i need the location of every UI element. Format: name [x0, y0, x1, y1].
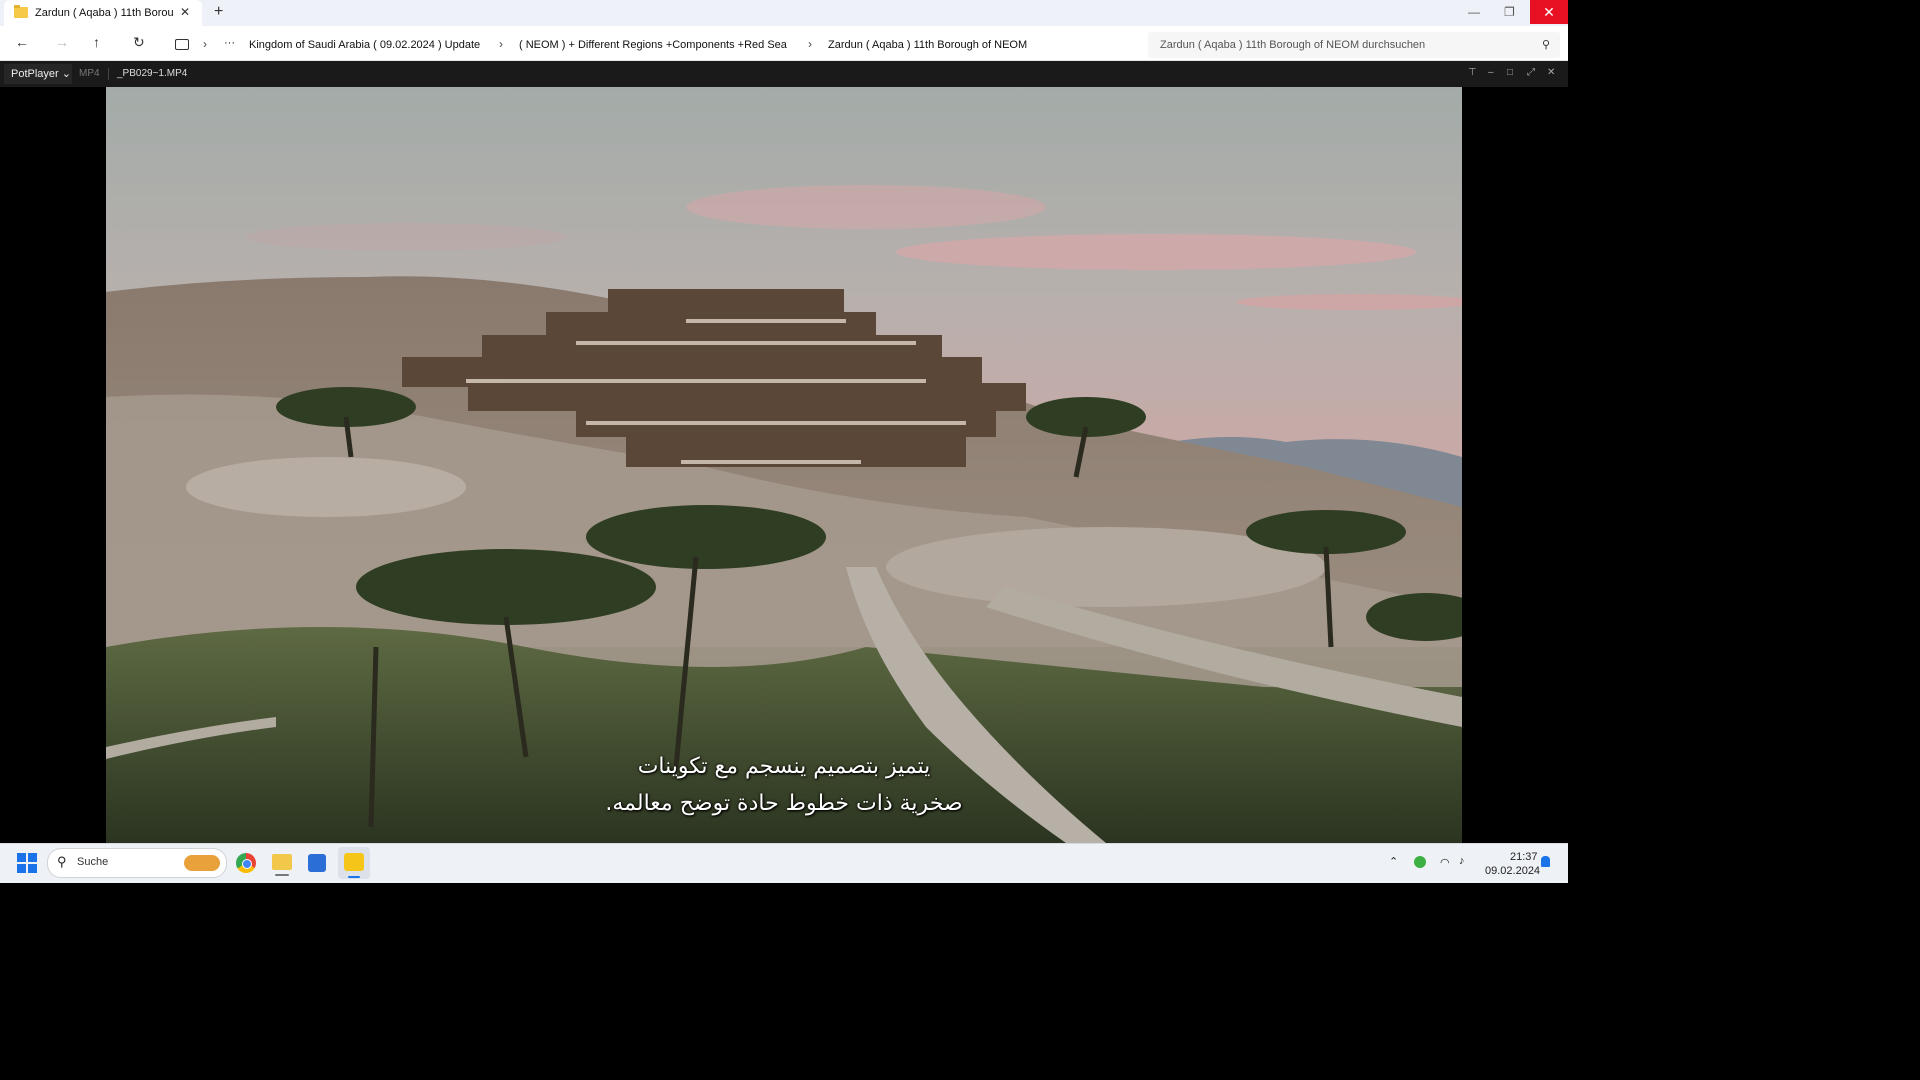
forward-arrow-icon[interactable]: →	[55, 34, 69, 50]
restore-icon[interactable]: ❐	[1504, 5, 1515, 19]
chevron-right-icon: ›	[499, 37, 503, 51]
breadcrumb-overflow[interactable]: ···	[224, 37, 235, 49]
clock-time[interactable]: 21:37	[1510, 851, 1538, 863]
breadcrumb-item-kingdom[interactable]: Kingdom of Saudi Arabia ( 09.02.2024 ) U…	[249, 39, 480, 51]
wifi-icon[interactable]: ◠	[1440, 856, 1450, 869]
search-placeholder: Zardun ( Aqaba ) 11th Borough of NEOM du…	[1160, 39, 1426, 51]
fullscreen-icon[interactable]: ⤢	[1527, 67, 1535, 78]
explorer-tab-bar	[0, 0, 1568, 26]
chrome-icon[interactable]	[236, 853, 256, 873]
search-icon: ⚲	[57, 854, 67, 869]
subtitle-line-1: يتميز بتصميم ينسجم مع تكوينات	[637, 754, 931, 779]
app-name: PotPlayer	[11, 68, 59, 80]
up-arrow-icon[interactable]: ↑	[93, 34, 100, 50]
breadcrumb-item-zardun[interactable]: Zardun ( Aqaba ) 11th Borough of NEOM	[828, 39, 1027, 51]
video-frame[interactable]	[106, 87, 1462, 843]
security-icon[interactable]	[1414, 856, 1426, 868]
video-scene	[106, 87, 1462, 843]
store-icon[interactable]	[308, 854, 326, 872]
potplayer-icon	[344, 853, 364, 871]
folder-icon	[14, 5, 28, 18]
back-arrow-icon[interactable]: ←	[15, 34, 29, 50]
player-close-icon[interactable]: ✕	[1547, 67, 1555, 78]
minimize-icon[interactable]: —	[1468, 5, 1480, 19]
file-explorer-icon[interactable]	[272, 854, 292, 870]
tab-close-icon[interactable]: ✕	[180, 5, 190, 19]
potplayer-title-bar	[0, 61, 1568, 87]
chevron-right-icon: ›	[203, 37, 207, 51]
potplayer-taskbar-button[interactable]	[338, 847, 370, 879]
folder-search-input[interactable]: Zardun ( Aqaba ) 11th Borough of NEOM du…	[1148, 32, 1560, 58]
taskbar-search-label: Suche	[77, 856, 109, 868]
new-tab-button[interactable]: +	[214, 3, 223, 21]
running-indicator	[275, 874, 289, 876]
volume-icon[interactable]: ♪	[1459, 855, 1465, 867]
taskbar-search-box[interactable]: ⚲ Suche	[47, 848, 227, 878]
search-icon[interactable]: ⚲	[1542, 38, 1550, 51]
video-subtitle: يتميز بتصميم ينسجم مع تكوينات صخرية ذات …	[430, 748, 1138, 822]
player-minimize-icon[interactable]: –	[1488, 67, 1494, 78]
explorer-tab[interactable]: Zardun ( Aqaba ) 11th Borough ✕	[4, 0, 202, 26]
subtitle-line-2: صخرية ذات خطوط حادة توضح معالمه.	[605, 791, 963, 816]
chevron-right-icon: ›	[808, 37, 812, 51]
file-name: _PB029~1.MP4	[117, 68, 188, 79]
refresh-icon[interactable]: ↻	[133, 34, 145, 51]
active-indicator	[348, 876, 360, 878]
this-pc-icon[interactable]	[175, 39, 189, 50]
pin-icon[interactable]: ⊤	[1468, 67, 1477, 78]
tab-title: Zardun ( Aqaba ) 11th Borough	[35, 7, 173, 19]
start-icon[interactable]	[17, 853, 37, 873]
format-label: MP4	[79, 68, 100, 79]
window-close-button[interactable]: ✕	[1530, 0, 1568, 24]
divider	[108, 68, 109, 80]
notification-bell-icon[interactable]	[1541, 856, 1550, 867]
player-maximize-icon[interactable]: □	[1507, 67, 1513, 78]
search-highlight-icon	[184, 855, 220, 871]
potplayer-menu-button[interactable]: PotPlayer ⌄	[4, 64, 72, 84]
breadcrumb-item-neom[interactable]: ( NEOM ) + Different Regions +Components…	[519, 39, 787, 51]
chevron-up-icon[interactable]: ⌃	[1389, 855, 1398, 868]
clock-date[interactable]: 09.02.2024	[1485, 865, 1540, 877]
